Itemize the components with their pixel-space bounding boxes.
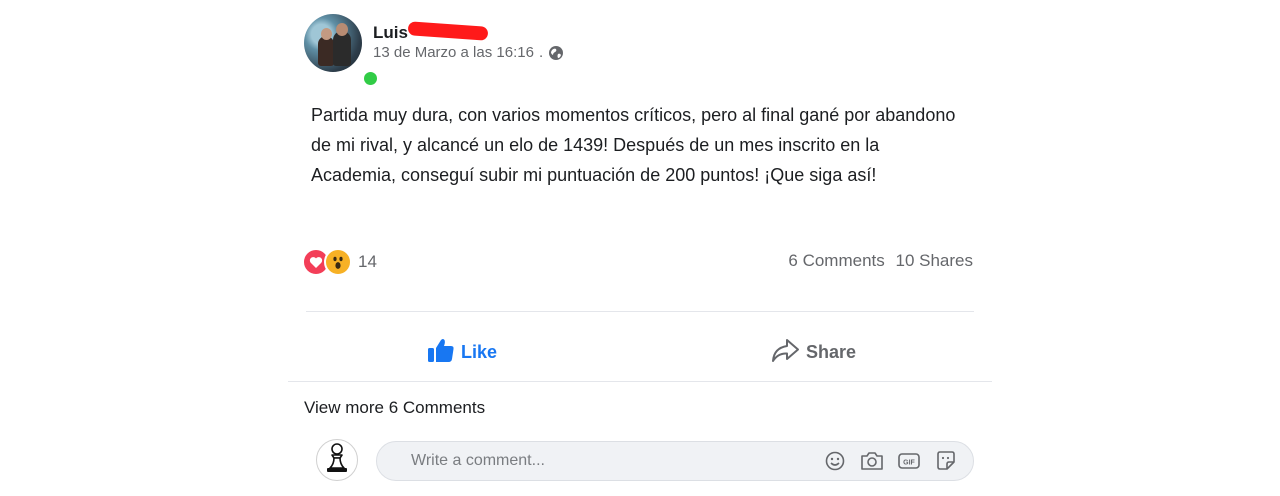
online-status-dot <box>362 70 379 87</box>
comment-input[interactable] <box>377 441 823 481</box>
author-name[interactable]: Luis <box>373 23 408 43</box>
globe-icon[interactable] <box>548 45 564 61</box>
share-label: Share <box>806 341 857 362</box>
engagement-counts: 6 Comments 10 Shares <box>788 251 973 271</box>
commenter-avatar[interactable] <box>316 439 358 481</box>
like-button[interactable]: Like <box>427 335 497 369</box>
meta-separator: . <box>538 44 544 61</box>
composer-icons: GIF <box>823 450 973 472</box>
avatar-figure <box>336 23 348 36</box>
share-arrow-icon <box>770 337 800 368</box>
comment-composer: GIF <box>376 441 974 481</box>
divider <box>306 311 974 312</box>
comments-count-link[interactable]: 6 Comments <box>788 251 884 270</box>
share-button[interactable]: Share <box>770 335 856 369</box>
camera-icon[interactable] <box>860 450 884 472</box>
avatar-figure <box>318 36 334 66</box>
emoji-icon[interactable] <box>823 450 847 472</box>
divider <box>288 381 992 382</box>
post-card: Luis 13 de Marzo a las 16:16 . Partida m… <box>288 0 992 496</box>
chess-pawn-icon <box>322 441 352 480</box>
post-text: Partida muy dura, con varios momentos cr… <box>311 105 956 185</box>
view-more-comments-link[interactable]: View more 6 Comments <box>304 398 485 418</box>
wow-reaction-icon <box>324 248 352 276</box>
like-label: Like <box>461 341 498 362</box>
post-timestamp[interactable]: 13 de Marzo a las 16:16 <box>373 44 534 61</box>
thumbs-up-icon <box>427 337 455 368</box>
avatar-figure <box>333 31 351 66</box>
post-meta: 13 de Marzo a las 16:16 . <box>373 44 564 61</box>
reactions-summary[interactable]: 14 <box>302 248 377 276</box>
shares-count-link[interactable]: 10 Shares <box>896 251 974 270</box>
gif-icon[interactable]: GIF <box>897 450 921 472</box>
author-avatar[interactable] <box>304 14 379 87</box>
redaction-mark <box>407 21 489 41</box>
avatar-figure <box>321 28 332 40</box>
svg-text:GIF: GIF <box>903 460 915 467</box>
sticker-icon[interactable] <box>934 450 958 472</box>
reaction-count: 14 <box>358 252 377 271</box>
